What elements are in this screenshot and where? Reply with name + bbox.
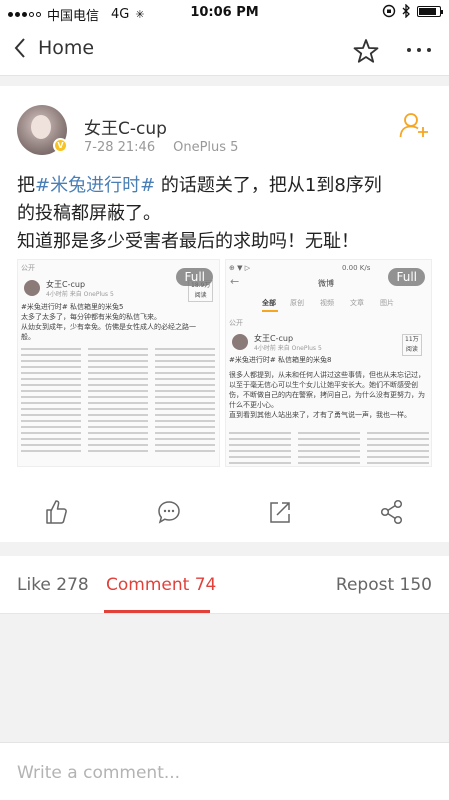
chevron-left-icon	[14, 38, 25, 58]
image2-sub-image-c	[367, 432, 429, 466]
image1-time-source: 4小时前 来自 OnePlus 5	[46, 291, 114, 298]
post-text-line2: 的投稿都屏蔽了。	[17, 203, 161, 224]
image2-tab-original: 原创	[290, 299, 304, 307]
topic-link[interactable]: #米兔进行时#	[35, 175, 155, 196]
image2-body: 很多人都提到，从未和任何人讲过这些事情，但也从未忘记过，以至于毫无信心可以生个女…	[229, 371, 425, 409]
more-options-icon[interactable]	[407, 48, 431, 52]
image1-sub-image-c	[155, 348, 215, 456]
image2-tab-image: 图片	[380, 299, 394, 307]
bluetooth-icon	[402, 4, 410, 18]
image2-avatar	[232, 334, 248, 350]
username[interactable]: 女王C-cup	[84, 114, 167, 139]
post-date: 7-28 21:46	[84, 140, 156, 155]
comment-input[interactable]: Write a comment...	[17, 763, 180, 783]
image2-count-sub: 阅读	[405, 346, 418, 353]
verified-badge-icon: V	[53, 138, 68, 153]
image2-count-box: 11万阅读	[402, 334, 422, 356]
image2-sub-image-a	[229, 432, 291, 466]
post-card: V 女王C-cup 7-28 21:46 OnePlus 5 把#米兔进行时# 的…	[0, 86, 449, 542]
image2-tab-underline	[262, 310, 278, 312]
nav-bar: Home	[0, 26, 449, 76]
image2-time-source: 4小时前 来自 OnePlus 5	[254, 345, 322, 352]
post-device: OnePlus 5	[173, 140, 239, 155]
status-bar: 中国电信 4G ✳ 10:06 PM	[0, 0, 449, 26]
back-button[interactable]: Home	[14, 37, 94, 59]
image2-tab-all: 全部	[262, 299, 276, 307]
image1-line2: 从幼女到成年，少有幸免。仿佛是女性成人的必经之路一	[21, 323, 196, 331]
post-text-line1-prefix: 把	[17, 175, 35, 196]
battery-icon	[417, 5, 443, 17]
post-actions	[0, 497, 449, 529]
image2-back-arrow-icon: ←	[230, 275, 240, 288]
post-text-line1-suffix: 的话题关了，把从1到8序列	[155, 175, 382, 196]
tab-active-underline	[104, 610, 210, 613]
post-image-1[interactable]: 公开 女王C-cup 4小时前 来自 OnePlus 5 18.9万阅读 #米兔…	[17, 259, 220, 467]
image2-author: 女王C-cup	[254, 334, 294, 343]
comment-icon[interactable]	[157, 499, 181, 525]
image1-full-button[interactable]: Full	[176, 268, 213, 286]
post-text-line3: 知道那是多少受害者最后的求助吗！无耻！	[17, 231, 359, 252]
image1-author: 女王C-cup	[46, 280, 86, 289]
tab-comment[interactable]: Comment 74	[106, 575, 216, 595]
image1-line3: 般。	[21, 333, 35, 341]
post-text: 把#米兔进行时# 的话题关了，把从1到8序列 的投稿都屏蔽了。 知道那是多少受害…	[17, 172, 437, 256]
post-meta: 7-28 21:46 OnePlus 5	[84, 140, 238, 155]
image1-count-sub: 阅读	[194, 292, 207, 299]
image2-status-icons: ⊕ ▼ ▷	[229, 264, 251, 272]
image2-full-button[interactable]: Full	[388, 268, 425, 286]
image2-visibility: 公开	[229, 319, 243, 327]
image1-visibility: 公开	[21, 264, 35, 272]
image1-avatar	[24, 280, 40, 296]
image1-sub-image-a	[21, 348, 81, 456]
orientation-lock-icon	[382, 4, 396, 18]
image2-count: 11万	[405, 336, 419, 343]
image2-topic: #米兔进行时# 私信箱里的米兔8	[229, 356, 332, 364]
image2-tab-article: 文章	[350, 299, 364, 307]
repost-icon[interactable]	[268, 499, 292, 525]
image2-tab-video: 视频	[320, 299, 334, 307]
share-icon[interactable]	[380, 499, 404, 525]
image2-title: 微博	[318, 279, 334, 288]
comment-bar[interactable]: Write a comment...	[0, 742, 449, 800]
favorite-star-icon[interactable]	[353, 38, 379, 64]
like-icon[interactable]	[44, 499, 68, 525]
tab-repost[interactable]: Repost 150	[336, 575, 432, 595]
image1-sub-image-b	[88, 348, 148, 456]
interaction-tabs: Like 278 Comment 74 Repost 150	[0, 556, 449, 614]
follow-user-icon[interactable]	[399, 112, 429, 138]
post-image-2[interactable]: ⊕ ▼ ▷ 0.00 K/s ← 微博 全部 原创 视频 文章 图片 公开 女王…	[225, 259, 432, 467]
image1-topic: #米兔进行时# 私信箱里的米兔5	[21, 303, 124, 311]
back-label: Home	[38, 37, 95, 59]
image2-sub-image-b	[298, 432, 360, 466]
tab-like[interactable]: Like 278	[17, 575, 89, 595]
image2-net-speed: 0.00 K/s	[342, 264, 371, 272]
image2-body2: 直到看到其他人站出来了，才有了勇气说一声，我也一样。	[229, 411, 411, 419]
image1-line1: 太多了太多了，每分钟都有米兔的私信飞来。	[21, 313, 161, 321]
